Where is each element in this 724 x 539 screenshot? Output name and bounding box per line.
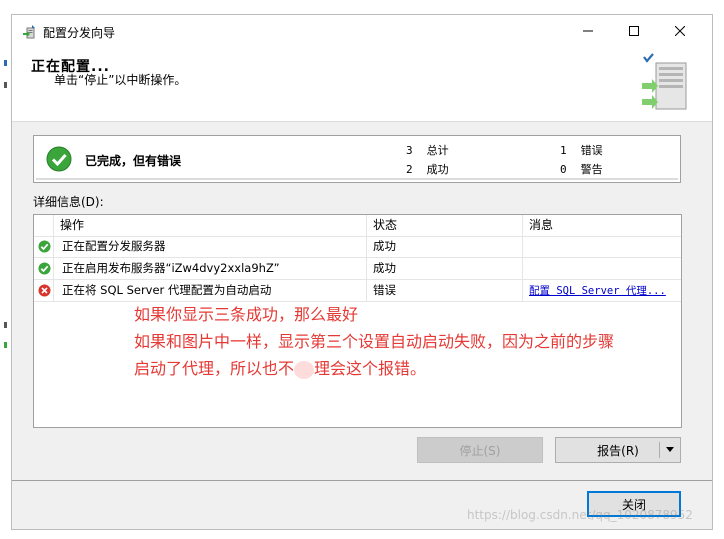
success-label: 成功: [426, 163, 449, 176]
table-row[interactable]: 正在启用发布服务器“iZw4dvy2xxla9hZ” 成功: [34, 258, 681, 280]
background-mark: [4, 60, 7, 66]
error-count: 1: [560, 144, 567, 157]
status-text: 已完成，但有错误: [85, 154, 182, 168]
success-stat: 2 成功: [406, 161, 449, 177]
background-mark: [4, 342, 7, 348]
row-status: 成功: [367, 258, 523, 279]
report-button[interactable]: 报告(R): [555, 437, 681, 463]
error-icon: [38, 284, 51, 297]
total-count: 3: [406, 144, 413, 157]
success-icon: [38, 240, 51, 253]
wizard-window: 配置分发向导 正在配置... 单击“停止”以中断操作。 已完成，但有错误 3 总…: [11, 14, 713, 530]
total-stat: 3 总计: [406, 142, 449, 158]
row-message: [523, 236, 681, 257]
panel-divider: [36, 178, 678, 180]
error-label: 错误: [580, 144, 603, 157]
warning-stat: 0 警告: [560, 161, 603, 177]
warning-count: 0: [560, 163, 567, 176]
details-grid[interactable]: 操作 状态 消息 正在配置分发服务器 成功 正在启用发布服务器“iZw4dvy2…: [33, 214, 682, 428]
background-mark: [4, 82, 7, 88]
row-status: 成功: [367, 236, 523, 257]
wizard-app-icon: [23, 25, 35, 39]
row-message: [523, 258, 681, 279]
grid-header: 操作 状态 消息: [34, 215, 681, 237]
annotation-line-3-start: 启动了代理，所以也不: [134, 359, 295, 378]
success-count: 2: [406, 163, 413, 176]
success-icon: [46, 146, 72, 172]
page-subtitle: 单击“停止”以中断操作。: [54, 73, 187, 87]
chevron-down-icon[interactable]: [666, 447, 674, 452]
details-label: 详细信息(D):: [33, 195, 104, 209]
annotation-line-3: 启动了代理，所以也不 理会这个报错。: [134, 355, 426, 379]
smudge-mark: [294, 360, 315, 379]
maximize-icon: [629, 26, 639, 36]
maximize-button[interactable]: [611, 15, 657, 47]
window-title: 配置分发向导: [43, 26, 116, 40]
column-header-status[interactable]: 状态: [367, 215, 523, 236]
background-mark: [4, 322, 7, 328]
row-action: 正在配置分发服务器: [54, 236, 367, 257]
footer-separator: [12, 480, 712, 481]
server-wizard-icon: [642, 53, 687, 110]
status-summary-panel: 已完成，但有错误 3 总计 2 成功 1 错误 0 警告: [33, 135, 681, 183]
error-stat: 1 错误: [560, 142, 603, 158]
annotation-line-1: 如果你显示三条成功，那么最好: [134, 305, 359, 324]
minimize-icon: [583, 30, 593, 32]
column-header-message[interactable]: 消息: [523, 215, 681, 236]
minimize-button[interactable]: [565, 15, 611, 47]
row-action: 正在启用发布服务器“iZw4dvy2xxla9hZ”: [54, 258, 367, 279]
total-label: 总计: [426, 144, 449, 157]
row-icon-cell: [34, 258, 54, 279]
annotation-line-2: 如果和图片中一样，显示第三个设置自动启动失败，因为之前的步骤: [134, 332, 615, 351]
warning-label: 警告: [580, 163, 603, 176]
table-row[interactable]: 正在将 SQL Server 代理配置为自动启动 错误 配置 SQL Serve…: [34, 280, 681, 302]
row-action: 正在将 SQL Server 代理配置为自动启动: [54, 280, 367, 301]
watermark-text: https://blog.csdn.net/qq_1020878952: [467, 508, 693, 522]
row-status: 错误: [367, 280, 523, 301]
close-window-button[interactable]: [657, 15, 703, 47]
report-button-label: 报告(R): [597, 443, 639, 458]
wizard-header: 正在配置... 单击“停止”以中断操作。: [12, 47, 712, 122]
row-icon-cell: [34, 280, 54, 301]
close-icon: [675, 26, 685, 36]
column-header-icon: [34, 215, 54, 236]
table-row[interactable]: 正在配置分发服务器 成功: [34, 236, 681, 258]
stop-button[interactable]: 停止(S): [417, 437, 543, 463]
column-header-action[interactable]: 操作: [54, 215, 367, 236]
annotation-line-3-end: 理会这个报错。: [314, 359, 427, 378]
error-message-link[interactable]: 配置 SQL Server 代理...: [523, 285, 666, 297]
report-divider: [659, 442, 660, 458]
title-bar[interactable]: 配置分发向导: [12, 15, 712, 47]
success-icon: [38, 262, 51, 275]
row-message-cell: 配置 SQL Server 代理...: [523, 280, 681, 301]
row-icon-cell: [34, 236, 54, 257]
